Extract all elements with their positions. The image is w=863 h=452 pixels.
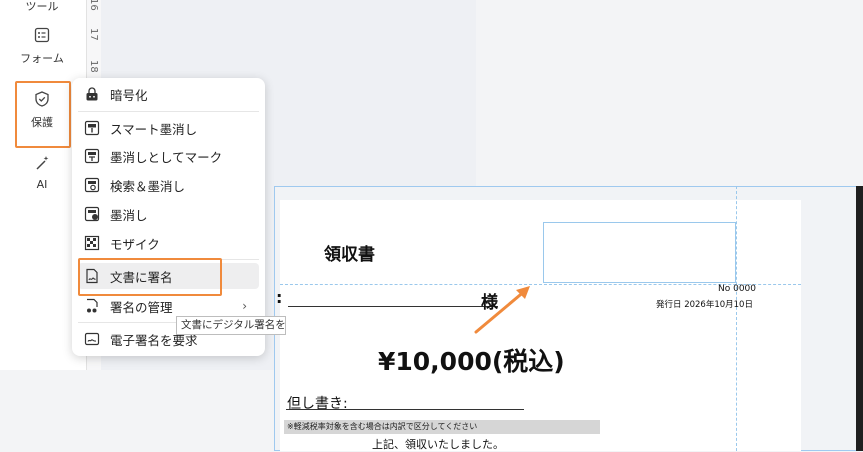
menu-item-redact[interactable]: 墨消し bbox=[78, 201, 259, 227]
form-icon bbox=[34, 27, 50, 43]
magic-wand-icon bbox=[36, 156, 49, 170]
menu-item-label: 検索＆墨消し bbox=[110, 178, 186, 194]
menu-item-label: 暗号化 bbox=[110, 87, 148, 103]
annotation-arrow-icon bbox=[474, 286, 530, 334]
tool-form[interactable]: フォーム bbox=[4, 26, 80, 66]
tool-ai[interactable]: AI bbox=[4, 154, 80, 191]
closing-text: 上記、領収いたしました。 bbox=[372, 438, 504, 451]
tooltip: 文書にデジタル署名を bbox=[176, 316, 286, 335]
issue-date: 発行日 2026年10月10日 bbox=[656, 300, 753, 310]
menu-item-smart-redact[interactable]: スマート墨消し bbox=[78, 115, 259, 141]
menu-item-label: 墨消しとしてマーク bbox=[110, 149, 223, 165]
amount: ¥10,000(税込) bbox=[378, 347, 565, 376]
lock-icon bbox=[86, 87, 98, 101]
proviso-label: 但し書き: bbox=[287, 396, 348, 412]
sign-highlight-box bbox=[78, 258, 222, 296]
recipient-line bbox=[288, 306, 498, 307]
menu-item-encrypt[interactable]: 暗号化 bbox=[78, 81, 259, 107]
receipt-number: No 0000 bbox=[718, 284, 757, 294]
recipient-colon: : bbox=[276, 288, 283, 307]
tool-top-partial[interactable]: ツール bbox=[4, 0, 80, 14]
tool-top-label: ツール bbox=[25, 0, 59, 13]
request-esign-icon bbox=[84, 332, 100, 346]
signature-field-box[interactable] bbox=[543, 222, 736, 283]
tool-ai-label: AI bbox=[36, 178, 48, 191]
mosaic-icon bbox=[84, 235, 100, 251]
manage-signature-icon bbox=[87, 298, 98, 313]
smart-redact-icon bbox=[84, 120, 100, 136]
protect-highlight-box bbox=[15, 81, 71, 148]
window-edge bbox=[856, 186, 863, 451]
menu-item-label: モザイク bbox=[110, 236, 160, 252]
guide-line-vertical bbox=[736, 186, 737, 451]
protect-menu: 暗号化 スマート墨消し 墨消しとしてマーク 検索＆墨消し 墨消し モザイク 文書… bbox=[72, 78, 265, 356]
tax-note: ※軽減税率対象を含む場合は内訳で区分してください bbox=[284, 420, 600, 434]
ruler-mark: 17 bbox=[88, 28, 99, 41]
menu-item-mark-redact[interactable]: 墨消しとしてマーク bbox=[78, 143, 259, 169]
search-redact-icon bbox=[84, 177, 100, 193]
ruler-mark: 18 bbox=[88, 60, 99, 73]
redact-icon bbox=[84, 206, 100, 222]
chevron-right-icon: › bbox=[242, 299, 247, 313]
left-toolbar: ツール フォーム 保護 AI bbox=[4, 0, 80, 370]
proviso-line bbox=[286, 409, 524, 410]
tool-form-label: フォーム bbox=[20, 52, 64, 65]
ruler-mark: 16 bbox=[88, 0, 99, 11]
menu-item-search-redact[interactable]: 検索＆墨消し bbox=[78, 172, 259, 198]
menu-item-label: 署名の管理 bbox=[110, 299, 173, 315]
mark-redact-icon bbox=[84, 148, 100, 164]
menu-separator bbox=[78, 111, 259, 112]
menu-item-label: スマート墨消し bbox=[110, 121, 198, 137]
menu-item-label: 墨消し bbox=[110, 207, 148, 223]
menu-item-mosaic[interactable]: モザイク bbox=[78, 230, 259, 256]
receipt-title: 領収書 bbox=[324, 245, 375, 265]
